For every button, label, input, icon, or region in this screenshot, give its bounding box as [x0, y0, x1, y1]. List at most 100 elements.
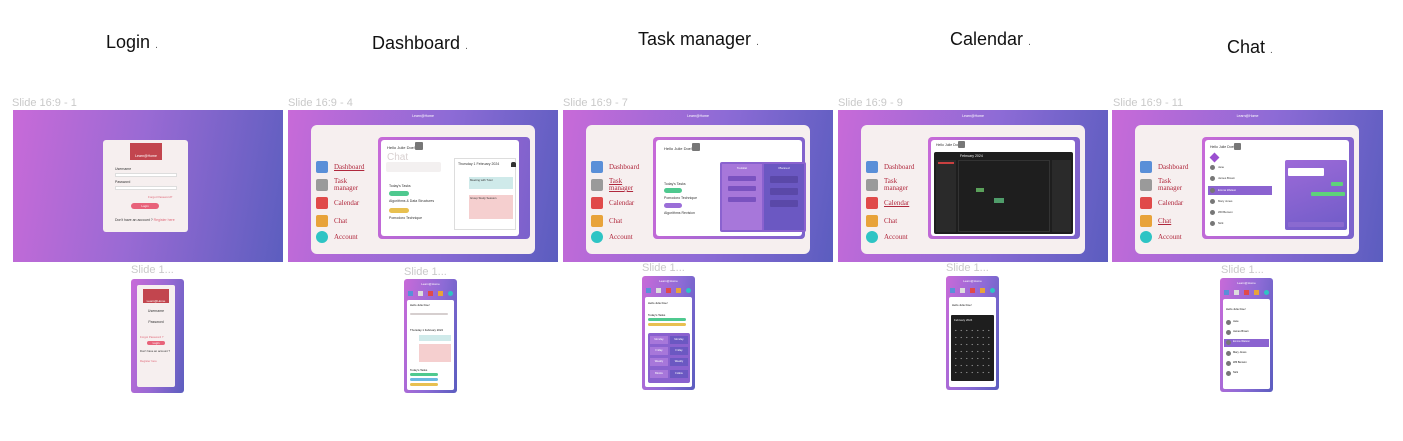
nav-chat[interactable]: Chat — [1140, 215, 1171, 227]
forgot-password-link[interactable]: Forgot Password? — [148, 195, 172, 199]
chat-icon[interactable] — [675, 288, 681, 293]
checklist-icon[interactable] — [656, 288, 662, 293]
tm-mobile-item[interactable]: Friday — [650, 347, 668, 355]
cal-mobile-grid: February 2024 — [951, 315, 994, 381]
nav-task-manager[interactable]: Task manager — [591, 178, 639, 192]
nav-dashboard[interactable]: Dashboard — [1140, 161, 1188, 173]
register-row: Don't have an account ? Register here — [115, 218, 175, 222]
kanban-card[interactable] — [770, 176, 798, 183]
tm-mobile-item[interactable]: Follow — [670, 370, 688, 378]
monitor-icon[interactable] — [1224, 290, 1230, 295]
avatar — [1226, 351, 1231, 356]
cal-event-1[interactable] — [976, 188, 984, 192]
contact-item[interactable]: Nick — [1226, 370, 1268, 378]
calendar-icon[interactable] — [969, 288, 975, 293]
task-pill-blue[interactable] — [410, 378, 438, 381]
task-1: Algorithms & Data Structures — [389, 199, 435, 203]
contact-item[interactable]: Mary Jones — [1226, 350, 1268, 358]
nav-account[interactable]: Account — [866, 231, 908, 243]
nav-task-manager[interactable]: Task manager — [1140, 178, 1188, 192]
account-icon[interactable] — [1263, 290, 1269, 295]
chat-icon[interactable] — [1253, 290, 1259, 295]
task-pill-yellow[interactable] — [389, 208, 409, 213]
nav-chat[interactable]: Chat — [316, 215, 347, 227]
contact-item[interactable]: James Brown — [1208, 175, 1270, 183]
tm-mobile-item[interactable]: Blocks — [650, 370, 668, 378]
nav-task-manager[interactable]: Task manager — [866, 178, 914, 192]
tm-mobile-item[interactable]: Monday — [670, 336, 688, 344]
task-pill-yellow[interactable] — [410, 383, 438, 386]
calendar-icon[interactable] — [665, 288, 671, 293]
chat-desktop-frame: Learn@Home Dashboard Task manager Calend… — [1112, 110, 1383, 262]
calendar-mobile-card: Hello Julie Doe! February 2024 — [949, 297, 996, 387]
kanban-card[interactable] — [770, 200, 798, 207]
dashboard-chat-card — [386, 162, 441, 172]
checklist-icon[interactable] — [960, 288, 966, 293]
nav-calendar[interactable]: Calendar — [866, 197, 909, 209]
register-link[interactable]: Register here — [154, 218, 175, 222]
account-icon[interactable] — [447, 291, 453, 296]
monitor-icon[interactable] — [408, 291, 414, 296]
kanban-card[interactable] — [728, 186, 756, 191]
task-pill-green[interactable] — [648, 318, 686, 321]
login-button[interactable]: Login — [131, 203, 159, 209]
nav-dashboard[interactable]: Dashboard — [316, 161, 364, 173]
username-input[interactable] — [115, 173, 177, 177]
contact-item[interactable]: Mary Jones — [1208, 198, 1270, 206]
contact-item[interactable]: Jane — [1208, 164, 1270, 172]
nav-account[interactable]: Account — [316, 231, 358, 243]
monitor-icon[interactable] — [646, 288, 652, 293]
tm-mobile-item[interactable]: Monday — [650, 336, 668, 344]
contact-item-active[interactable]: Emma Watson — [1208, 186, 1272, 195]
tm-mobile-item[interactable]: Weekly — [670, 358, 688, 366]
contact-item[interactable]: Will Benson — [1208, 209, 1270, 217]
kanban-card[interactable] — [728, 197, 756, 202]
bell-icon[interactable] — [511, 162, 516, 167]
monitor-icon[interactable] — [950, 288, 956, 293]
contact-item[interactable]: James Brown — [1226, 329, 1268, 337]
checklist-icon[interactable] — [418, 291, 424, 296]
task-pill-green[interactable] — [389, 191, 409, 196]
account-icon[interactable] — [685, 288, 691, 293]
login-mobile-username[interactable]: Username — [141, 309, 171, 313]
login-mobile-button[interactable]: Login — [147, 341, 165, 345]
nav-dashboard[interactable]: Dashboard — [866, 161, 914, 173]
login-mobile-register[interactable]: Register here — [140, 359, 157, 363]
nav-account[interactable]: Account — [1140, 231, 1182, 243]
nav-dashboard[interactable]: Dashboard — [591, 161, 639, 173]
contact-item-active[interactable]: Emma Watson — [1224, 339, 1269, 347]
tm-task-pill-green[interactable] — [664, 188, 682, 193]
calendar-icon[interactable] — [427, 291, 433, 296]
kanban-card[interactable] — [770, 188, 798, 195]
kanban-card[interactable] — [728, 176, 756, 181]
login-mobile-password[interactable]: Password — [141, 320, 171, 324]
nav-calendar[interactable]: Calendar — [316, 197, 359, 209]
checklist-icon[interactable] — [1234, 290, 1240, 295]
calendar-icon — [1140, 197, 1152, 209]
avatar — [1226, 330, 1231, 335]
contact-item[interactable]: Jane — [1226, 319, 1268, 327]
contact-item[interactable]: Nick — [1208, 220, 1270, 228]
app-title: Learn@Home — [962, 114, 984, 118]
cal-mobile-greeting: Hello Julie Doe! — [952, 303, 972, 307]
contact-item[interactable]: Will Benson — [1226, 360, 1268, 368]
tm-mobile-item[interactable]: Friday — [670, 347, 688, 355]
login-mobile-forgot[interactable]: Forgot Password ? — [140, 335, 163, 339]
account-icon[interactable] — [989, 288, 995, 293]
nav-calendar[interactable]: Calendar — [1140, 197, 1183, 209]
tm-mobile-item[interactable]: Weekly — [650, 358, 668, 366]
task-pill-green[interactable] — [410, 373, 438, 376]
chat-icon[interactable] — [437, 291, 443, 296]
nav-chat[interactable]: Chat — [591, 215, 622, 227]
nav-account[interactable]: Account — [591, 231, 633, 243]
password-input[interactable] — [115, 186, 177, 190]
nav-chat[interactable]: Chat — [866, 215, 897, 227]
chat-icon[interactable] — [979, 288, 985, 293]
cal-event-2[interactable] — [994, 198, 1004, 203]
message-input[interactable] — [1288, 222, 1344, 227]
calendar-icon[interactable] — [1243, 290, 1249, 295]
nav-task-manager[interactable]: Task manager — [316, 178, 364, 192]
nav-calendar[interactable]: Calendar — [591, 197, 634, 209]
task-pill-yellow[interactable] — [648, 323, 686, 326]
tm-task-pill-purple[interactable] — [664, 203, 682, 208]
